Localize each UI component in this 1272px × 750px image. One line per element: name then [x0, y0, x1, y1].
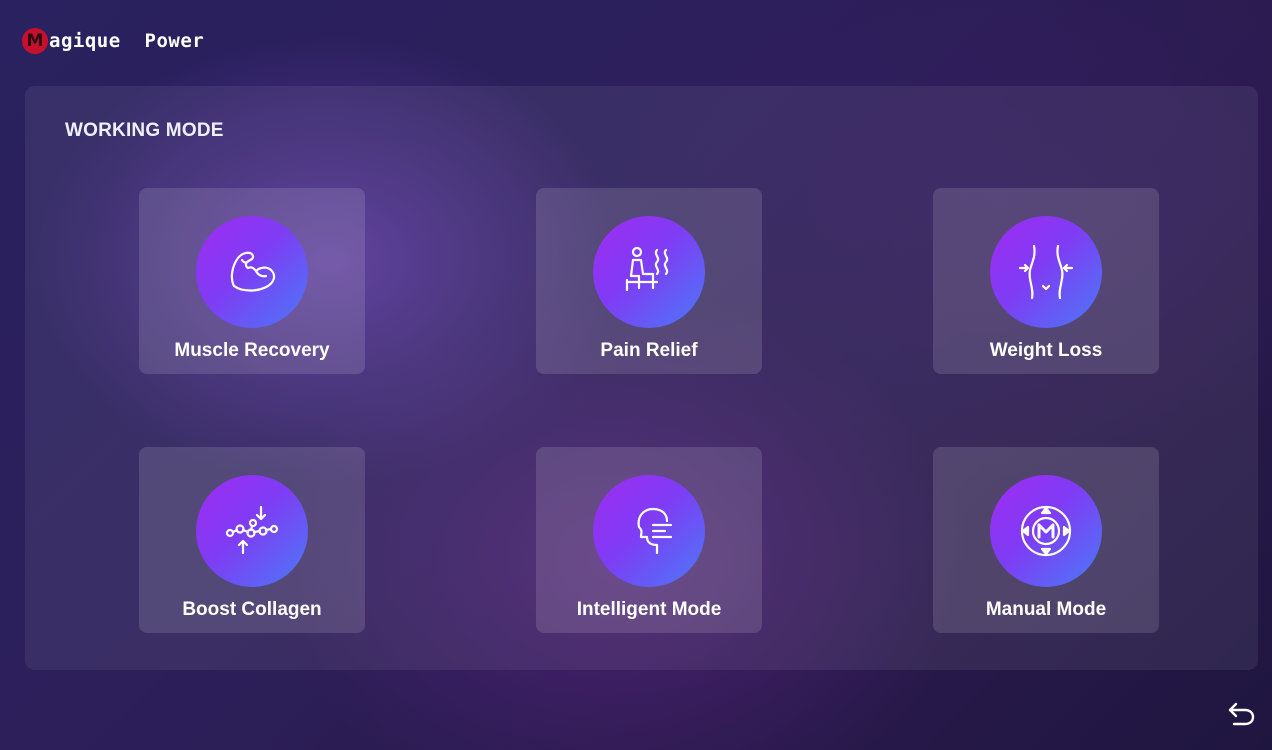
mode-label: Manual Mode — [985, 599, 1107, 620]
mode-tile-boost-collagen[interactable]: Boost Collagen — [139, 447, 365, 633]
logo-mark: M — [22, 28, 48, 54]
molecule-chain-icon — [196, 475, 308, 587]
mode-label: Intelligent Mode — [576, 599, 722, 620]
logo-text: agique Power — [49, 30, 205, 52]
back-arrow-icon[interactable] — [1226, 700, 1256, 728]
panel-title: WORKING MODE — [65, 120, 224, 141]
waist-slim-icon — [990, 216, 1102, 328]
mode-tile-weight-loss[interactable]: Weight Loss — [933, 188, 1159, 374]
mode-label: Weight Loss — [989, 340, 1103, 361]
ai-head-icon — [593, 475, 705, 587]
mode-tile-pain-relief[interactable]: Pain Relief — [536, 188, 762, 374]
flexed-arm-icon — [196, 216, 308, 328]
manual-dpad-icon — [990, 475, 1102, 587]
mode-tile-muscle-recovery[interactable]: Muscle Recovery — [139, 188, 365, 374]
working-mode-panel: WORKING MODE Muscle Recovery Pain Relief… — [25, 86, 1258, 670]
mode-label: Pain Relief — [600, 340, 698, 361]
brand-logo: M agique Power — [22, 28, 204, 54]
person-heat-icon — [593, 216, 705, 328]
mode-label: Boost Collagen — [182, 599, 322, 620]
mode-tile-manual-mode[interactable]: Manual Mode — [933, 447, 1159, 633]
mode-label: Muscle Recovery — [174, 340, 330, 361]
top-bar: M agique Power — [22, 24, 204, 58]
mode-tile-intelligent-mode[interactable]: Intelligent Mode — [536, 447, 762, 633]
